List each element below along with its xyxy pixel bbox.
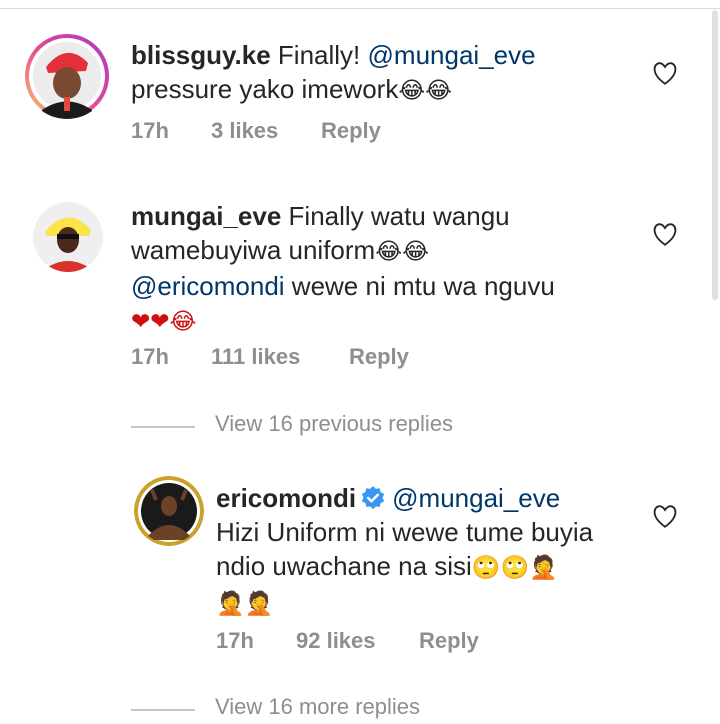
reply-button[interactable]: Reply [419,628,479,654]
likes-count[interactable]: 111 likes [211,344,300,370]
view-previous-label[interactable]: View 16 previous replies [215,411,453,437]
divider-line [131,709,195,711]
scrollbar[interactable] [712,10,718,300]
emoji: 😂😂 [375,239,429,265]
comment-meta: 17h 3 likes Reply [131,118,531,146]
reply-text: ericomondi @mungai_eve Hizi Uniform ni w… [216,481,656,621]
likes-count[interactable]: 92 likes [296,628,376,654]
verified-badge-icon [361,486,385,510]
divider-line [131,426,195,428]
heart-outline-icon[interactable] [652,62,678,86]
emoji: 🙄🙄🤦 [471,555,558,581]
username[interactable]: ericomondi [216,483,356,513]
comment-text-1: blissguy.ke Finally! @mungai_eve pressur… [131,38,651,108]
emoji: ❤❤😂 [131,309,197,335]
emoji: 😂😂 [398,78,453,104]
top-divider [0,8,720,9]
comment-body: Finally! [277,40,361,70]
view-more-replies[interactable]: View 16 more replies [131,694,551,724]
avatar-mungai[interactable] [33,202,103,272]
mention-link[interactable]: @mungai_eve [368,40,536,70]
mention-link[interactable]: @ericomondi [131,271,285,301]
view-more-label[interactable]: View 16 more replies [215,694,420,720]
username[interactable]: mungai_eve [131,201,281,231]
timestamp: 17h [131,344,169,369]
comment-body-line1: Finally watu wangu [288,201,510,231]
reply-button[interactable]: Reply [349,344,409,370]
avatar-blissguy[interactable] [24,33,110,119]
heart-outline-icon[interactable] [652,505,678,529]
comment-body-line2: pressure yako imework [131,74,399,104]
username[interactable]: blissguy.ke [131,40,271,70]
emoji: 🤦🤦 [216,591,274,617]
reply-button[interactable]: Reply [321,118,381,144]
timestamp: 17h [216,628,254,653]
avatar-ericomondi[interactable] [134,476,204,546]
mention-link[interactable]: @mungai_eve [392,483,560,513]
view-previous-replies[interactable]: View 16 previous replies [131,411,551,441]
comment-meta: 17h 111 likes Reply [131,344,531,372]
timestamp: 17h [131,118,169,143]
comment-text-2: mungai_eve Finally watu wangu wamebuyiwa… [131,199,651,339]
reply-meta: 17h 92 likes Reply [216,628,616,656]
comment-body-line2: wamebuyiwa uniform [131,235,376,265]
comment-body-line3: wewe ni mtu wa nguvu [284,271,555,301]
reply-body-line1: Hizi Uniform ni wewe tume buyia [216,517,594,547]
likes-count[interactable]: 3 likes [211,118,278,144]
reply-body-line2: ndio uwachane na sisi [216,551,472,581]
heart-outline-icon[interactable] [652,223,678,247]
